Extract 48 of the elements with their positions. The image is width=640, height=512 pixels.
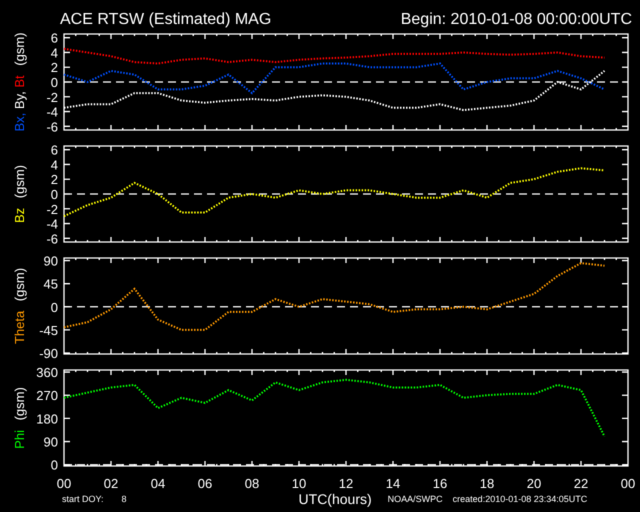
tick-label: 22 [574,476,588,490]
tick-label: 6 [50,142,58,158]
tick-label: 2 [50,172,58,188]
tick-label: -90 [39,346,58,361]
begin-time: Begin: 2010-01-08 00:00:00UTC [400,10,632,30]
plot-title: ACE RTSW (Estimated) MAG [60,10,272,30]
tick-label: 00 [56,476,72,490]
source-label: NOAA/SWPC [388,494,443,504]
tick-label: 12 [338,476,354,490]
tick-label: 180 [36,411,58,426]
x-axis-label: UTC(hours) [298,491,372,507]
tick-label: 0 [50,187,58,202]
tick-label: 360 [36,366,58,380]
tick-label: 02 [104,476,118,490]
tick-label: 45 [44,276,58,292]
tick-label: 0 [50,75,58,90]
tick-label: 4 [50,45,58,60]
tick-label: 90 [44,254,58,269]
start-doy-value: 8 [122,494,127,504]
tick-label: 06 [198,476,212,490]
tick-label: -2 [46,90,58,105]
tick-label: 0 [50,300,58,315]
tick-label: 6 [50,30,58,46]
tick-label: 16 [432,476,448,490]
tick-label: 14 [386,476,400,490]
tick-label: 00 [620,476,636,490]
start-doy-label: start DOY: [62,494,104,504]
y-axis-label: Phi (gsm) [12,387,27,449]
tick-label: -4 [46,216,58,232]
tick-label: 90 [44,434,58,450]
tick-label: 04 [150,476,166,490]
tick-label: 20 [526,476,542,490]
y-axis-label: Bz (gsm) [12,165,27,223]
y-axis-label: Theta (gsm) [12,268,27,344]
tick-label: 10 [292,476,306,490]
created-time: created:2010-01-08 23:34:05UTC [452,494,588,504]
tick-label: -4 [46,104,58,120]
tick-label: 0 [50,458,58,473]
tick-label: 2 [50,60,58,76]
tick-label: -2 [46,202,58,217]
tick-label: 18 [480,476,494,490]
tick-label: -6 [46,119,58,134]
y-axis-label: Bx, By, Bt (gsm) [12,32,27,132]
tick-label: 08 [244,476,260,490]
tick-label: -6 [46,231,58,246]
tick-label: 4 [50,157,58,172]
tick-label: -45 [39,322,58,338]
tick-label: 270 [36,388,58,404]
